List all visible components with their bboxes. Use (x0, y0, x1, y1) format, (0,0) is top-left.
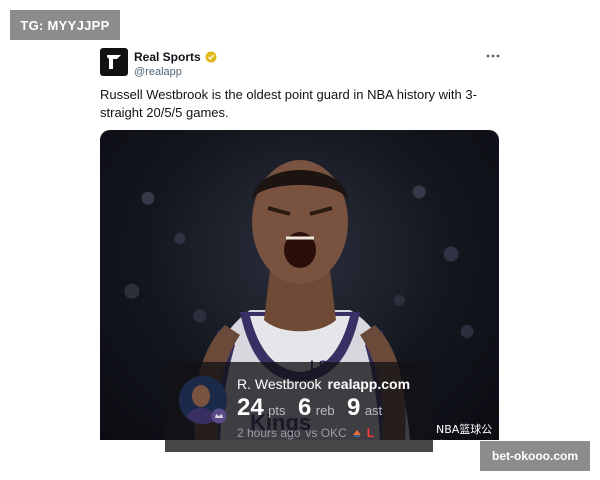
game-result: L (366, 426, 375, 440)
points-value: 24 (237, 394, 264, 421)
author-name-text: Real Sports (134, 50, 201, 64)
site-watermark-badge: bet-okooo.com (480, 441, 590, 471)
tweet-text: Russell Westbrook is the oldest point gu… (100, 87, 477, 120)
author-handle[interactable]: @realapp (134, 66, 182, 78)
author-name[interactable]: Real Sports (134, 50, 217, 64)
opponent: vs OKC (305, 426, 347, 440)
game-time: 2 hours ago (237, 426, 301, 440)
stat-line: 24 pts 6 reb 9 ast (237, 394, 390, 422)
corner-watermark: NBA篮球公寓 (436, 423, 493, 440)
player-stat-card: R. Westbrook realapp.com 24 pts 6 reb 9 a… (165, 362, 433, 452)
brand-url: realapp.com (327, 376, 411, 392)
tg-watermark-badge: TG: MYYJJPP (10, 10, 120, 40)
assists-value: 9 (347, 394, 361, 421)
game-info: 2 hours ago vs OKC L (237, 426, 374, 440)
kings-team-logo-icon (211, 408, 227, 424)
points-unit: pts (268, 403, 286, 418)
assists-unit: ast (364, 403, 383, 418)
author-avatar[interactable] (100, 48, 128, 76)
more-options-button[interactable] (484, 48, 502, 62)
okc-team-logo-icon (352, 430, 361, 437)
rebounds-unit: reb (315, 403, 335, 418)
verified-badge-icon (205, 51, 217, 63)
stat-card-header: R. Westbrook realapp.com (237, 376, 410, 392)
player-name: R. Westbrook (237, 376, 322, 392)
more-horizontal-icon (486, 54, 500, 58)
rebounds-value: 6 (297, 394, 312, 421)
real-sports-logo-icon (107, 55, 121, 69)
